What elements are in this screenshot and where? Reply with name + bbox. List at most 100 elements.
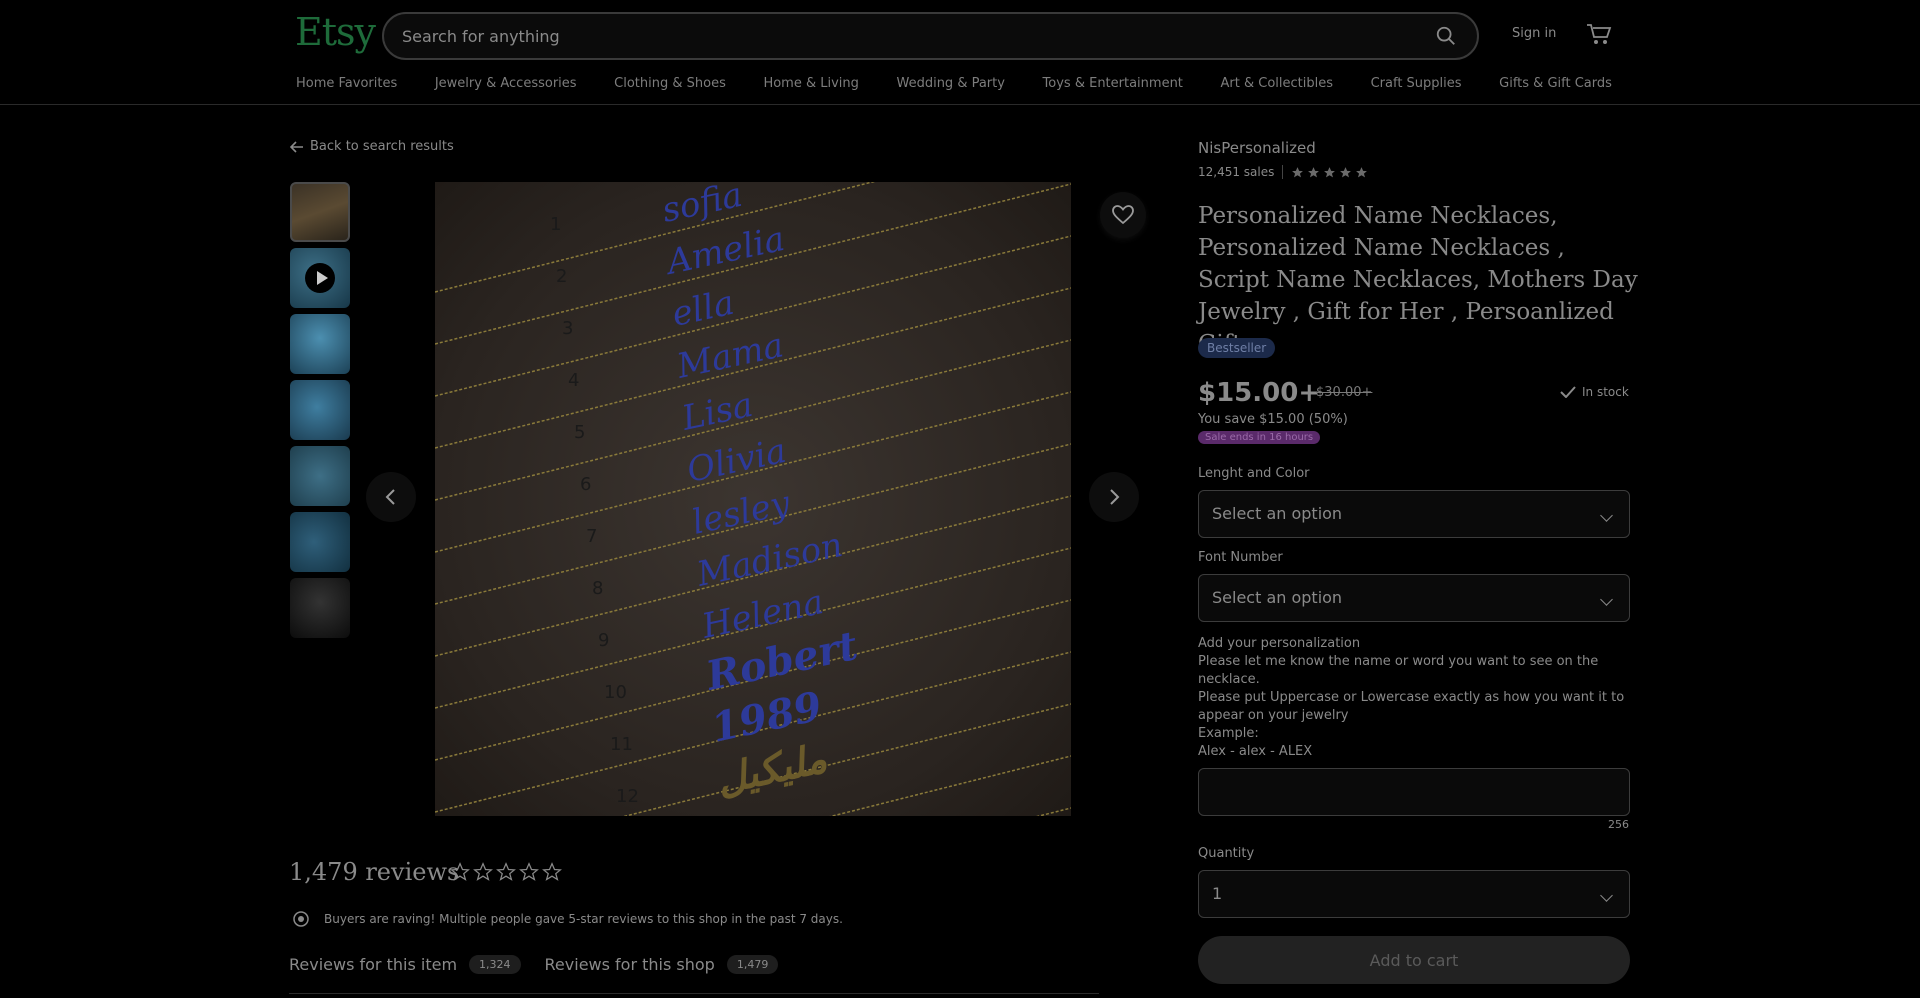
nav-clothing[interactable]: Clothing & Shoes bbox=[614, 76, 726, 91]
necklace-illustration: 123456789101112sofiaAmeliaellaMamaLisaOl… bbox=[435, 182, 1071, 816]
necklace-number: 9 bbox=[598, 630, 609, 651]
instruction-line: Example: bbox=[1198, 726, 1259, 741]
sign-in-link[interactable]: Sign in bbox=[1512, 26, 1556, 41]
original-price: $30.00+ bbox=[1316, 385, 1373, 400]
personalization-label: Add your personalization bbox=[1198, 636, 1361, 651]
raving-text: Buyers are raving! Multiple people gave … bbox=[324, 912, 843, 926]
nav-gifts[interactable]: Gifts & Gift Cards bbox=[1499, 76, 1612, 91]
chevron-right-icon bbox=[1110, 489, 1120, 505]
back-to-results-link[interactable]: Back to search results bbox=[290, 139, 454, 154]
thumbnail-3[interactable] bbox=[290, 314, 350, 374]
length-color-label: Lenght and Color bbox=[1198, 466, 1310, 481]
thumbnail-5[interactable] bbox=[290, 446, 350, 506]
quantity-value: 1 bbox=[1212, 884, 1223, 903]
necklace-number: 1 bbox=[550, 214, 561, 235]
necklace-number: 5 bbox=[574, 422, 585, 443]
necklace-number: 7 bbox=[586, 526, 597, 547]
reviews-heading: 1,479 reviews bbox=[289, 858, 460, 886]
nav-art[interactable]: Art & Collectibles bbox=[1221, 76, 1333, 91]
thumbnail-6[interactable] bbox=[290, 512, 350, 572]
etsy-logo[interactable]: Etsy bbox=[295, 10, 376, 54]
raving-notice: Buyers are raving! Multiple people gave … bbox=[292, 910, 843, 928]
chevron-down-icon bbox=[1600, 509, 1613, 522]
personalization-textarea[interactable] bbox=[1198, 768, 1630, 816]
nav-home-living[interactable]: Home & Living bbox=[763, 76, 858, 91]
thumbnail-7[interactable] bbox=[290, 578, 350, 638]
next-image-button[interactable] bbox=[1089, 472, 1139, 522]
chevron-down-icon bbox=[1600, 889, 1613, 902]
nav-toys[interactable]: Toys & Entertainment bbox=[1043, 76, 1183, 91]
length-color-select[interactable]: Select an option bbox=[1198, 490, 1630, 538]
review-stars bbox=[450, 862, 562, 882]
necklace-number: 4 bbox=[568, 370, 579, 391]
personalization-instructions: Add your personalization Please let me k… bbox=[1198, 635, 1630, 761]
instruction-line: Please put Uppercase or Lowercase exactl… bbox=[1198, 690, 1625, 723]
play-icon bbox=[305, 263, 335, 293]
stock-status: In stock bbox=[1560, 385, 1629, 399]
necklace-name: Lisa bbox=[678, 385, 757, 439]
quantity-select[interactable]: 1 bbox=[1198, 870, 1630, 918]
star-icon bbox=[1308, 166, 1320, 177]
heart-icon bbox=[1112, 205, 1134, 225]
tab-reviews-item[interactable]: Reviews for this item 1,324 bbox=[289, 955, 521, 974]
shop-stars[interactable] bbox=[1291, 166, 1368, 179]
nav-jewelry[interactable]: Jewelry & Accessories bbox=[435, 76, 577, 91]
necklace-name: ella bbox=[669, 283, 738, 335]
tab-reviews-shop[interactable]: Reviews for this shop 1,479 bbox=[545, 955, 779, 974]
star-icon bbox=[1340, 166, 1352, 177]
thumbnail-4[interactable] bbox=[290, 380, 350, 440]
search-bar[interactable] bbox=[382, 12, 1479, 60]
nav-wedding[interactable]: Wedding & Party bbox=[896, 76, 1004, 91]
necklace-number: 2 bbox=[556, 266, 567, 287]
bestseller-badge: Bestseller bbox=[1198, 338, 1276, 358]
search-input[interactable] bbox=[402, 14, 1402, 58]
necklace-number: 3 bbox=[562, 318, 573, 339]
sale-ends-badge: Sale ends in 16 hours bbox=[1198, 431, 1321, 444]
nav-craft[interactable]: Craft Supplies bbox=[1371, 76, 1462, 91]
necklace-number: 12 bbox=[616, 786, 639, 807]
star-icon bbox=[519, 862, 539, 881]
necklace-number: 6 bbox=[580, 474, 591, 495]
star-icon bbox=[1324, 166, 1336, 177]
font-number-select[interactable]: Select an option bbox=[1198, 574, 1630, 622]
favorite-button[interactable] bbox=[1100, 192, 1146, 238]
necklace-number: 11 bbox=[610, 734, 633, 755]
savings-text: You save $15.00 (50%) bbox=[1198, 412, 1348, 427]
font-number-value: Select an option bbox=[1212, 588, 1343, 607]
thumbnail-video[interactable] bbox=[290, 248, 350, 308]
tab-reviews-shop-label: Reviews for this shop bbox=[544, 955, 715, 974]
shop-sales: 12,451 sales bbox=[1198, 165, 1368, 179]
product-main-image: 1 2 3 4 5 6 7 8 9 10 11 12 sofia Amelia ella Mama Lisa Ol… bbox=[435, 182, 1071, 816]
star-icon bbox=[496, 862, 516, 881]
instruction-line: Please let me know the name or word you … bbox=[1198, 654, 1599, 687]
thumbnail-list bbox=[290, 182, 350, 644]
nav-home-favorites[interactable]: Home Favorites bbox=[296, 76, 397, 91]
back-link-label: Back to search results bbox=[310, 139, 454, 154]
previous-image-button[interactable] bbox=[366, 472, 416, 522]
star-icon bbox=[1356, 166, 1368, 177]
necklace-name: lesley bbox=[689, 483, 795, 543]
cart-icon[interactable] bbox=[1586, 22, 1612, 46]
shop-name-link[interactable]: NisPersonalized bbox=[1198, 139, 1316, 157]
thumbnail-1[interactable] bbox=[290, 182, 350, 242]
product-title: Personalized Name Necklaces, Personalize… bbox=[1198, 203, 1638, 357]
category-nav: Home Favorites Jewelry & Accessories Clo… bbox=[296, 76, 1612, 91]
tabs-divider bbox=[289, 993, 1099, 994]
tab-reviews-item-count: 1,324 bbox=[469, 955, 521, 974]
add-to-cart-button[interactable]: Add to cart bbox=[1198, 936, 1630, 984]
product-price: $15.00+ bbox=[1198, 378, 1321, 408]
chevron-down-icon bbox=[1600, 593, 1613, 606]
search-icon[interactable] bbox=[1435, 25, 1457, 47]
review-tabs: Reviews for this item 1,324 Reviews for … bbox=[289, 955, 779, 974]
star-icon bbox=[450, 862, 470, 881]
font-number-label: Font Number bbox=[1198, 550, 1283, 565]
arrow-left-icon bbox=[290, 140, 303, 153]
stock-label: In stock bbox=[1582, 385, 1629, 399]
necklace-name: Olivia bbox=[684, 431, 790, 491]
divider bbox=[1282, 165, 1284, 179]
sales-count: 12,451 sales bbox=[1198, 165, 1275, 179]
necklace-name: Mama bbox=[673, 325, 788, 387]
star-icon bbox=[542, 862, 562, 881]
tab-reviews-item-label: Reviews for this item bbox=[289, 955, 458, 974]
tab-reviews-shop-count: 1,479 bbox=[726, 955, 779, 974]
